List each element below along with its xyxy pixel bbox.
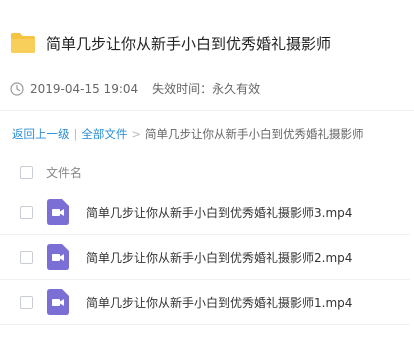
clock-icon bbox=[10, 81, 24, 96]
expiry-text: 失效时间：永久有效 bbox=[152, 82, 261, 96]
breadcrumb-current: 简单几步让你从新手小白到优秀婚礼摄影师 bbox=[145, 127, 364, 141]
back-link[interactable]: 返回上一级 bbox=[12, 127, 70, 141]
file-checkbox[interactable] bbox=[20, 205, 33, 219]
select-all-checkbox[interactable] bbox=[20, 165, 33, 179]
file-row[interactable]: 简单几步让你从新手小白到优秀婚礼摄影师2.mp4 bbox=[0, 235, 410, 280]
page-title: 简单几步让你从新手小白到优秀婚礼摄影师 bbox=[46, 34, 332, 53]
divider bbox=[0, 110, 414, 111]
breadcrumb-separator: | bbox=[73, 127, 78, 141]
video-file-icon bbox=[47, 244, 69, 270]
file-name[interactable]: 简单几步让你从新手小白到优秀婚礼摄影师3.mp4 bbox=[86, 204, 352, 221]
file-row[interactable]: 简单几步让你从新手小白到优秀婚礼摄影师3.mp4 bbox=[0, 190, 410, 235]
file-list-header: 文件名 bbox=[0, 158, 410, 186]
folder-header: 简单几步让你从新手小白到优秀婚礼摄影师 bbox=[10, 28, 331, 58]
file-name[interactable]: 简单几步让你从新手小白到优秀婚礼摄影师2.mp4 bbox=[86, 249, 352, 266]
file-row[interactable]: 简单几步让你从新手小白到优秀婚礼摄影师1.mp4 bbox=[0, 280, 410, 325]
share-date: 2019-04-15 19:04 bbox=[30, 81, 139, 96]
column-filename: 文件名 bbox=[46, 165, 83, 180]
folder-icon bbox=[11, 33, 35, 53]
breadcrumb-arrow: > bbox=[131, 127, 142, 141]
breadcrumb: 返回上一级 | 全部文件 > 简单几步让你从新手小白到优秀婚礼摄影师 bbox=[12, 126, 364, 142]
file-name[interactable]: 简单几步让你从新手小白到优秀婚礼摄影师1.mp4 bbox=[86, 294, 352, 311]
share-meta: 2019-04-15 19:04 失效时间：永久有效 bbox=[10, 80, 260, 97]
file-checkbox[interactable] bbox=[20, 295, 33, 309]
video-file-icon bbox=[47, 199, 69, 225]
all-files-link[interactable]: 全部文件 bbox=[81, 127, 127, 141]
file-checkbox[interactable] bbox=[20, 250, 33, 264]
video-file-icon bbox=[47, 289, 69, 315]
